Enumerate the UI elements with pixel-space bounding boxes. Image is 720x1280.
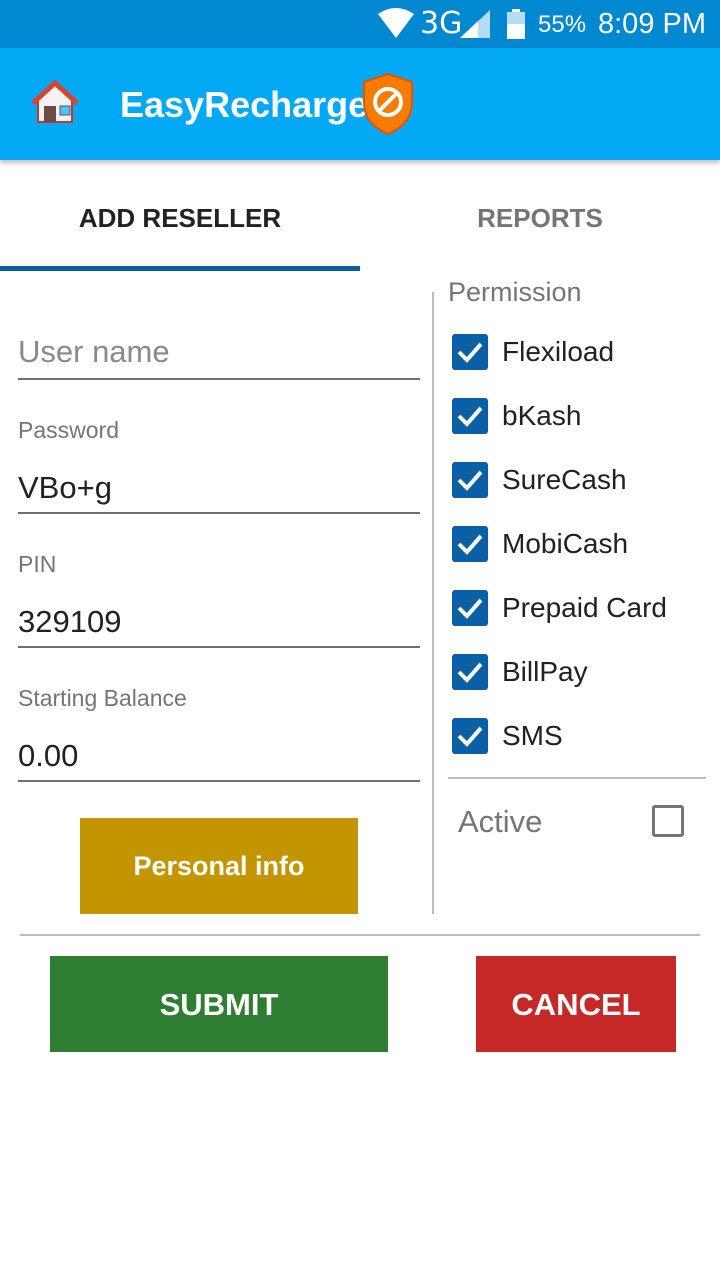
- checkbox-checked[interactable]: [452, 590, 488, 626]
- submit-button[interactable]: SUBMIT: [50, 956, 388, 1052]
- username-input[interactable]: User name: [18, 334, 170, 370]
- pin-underline: [18, 646, 420, 648]
- checkbox-checked[interactable]: [452, 462, 488, 498]
- permission-label: Flexiload: [502, 336, 615, 367]
- password-underline: [18, 512, 420, 514]
- permission-label: BillPay: [502, 656, 588, 687]
- app-bar: EasyRecharge: [0, 48, 720, 160]
- signal-icon: [460, 10, 490, 43]
- permission-separator: [448, 777, 706, 779]
- permission-bkash[interactable]: bKash: [452, 398, 712, 438]
- checkbox-checked[interactable]: [452, 526, 488, 562]
- status-bar: 3G 55% 8:09 PM: [0, 0, 720, 48]
- permission-prepaid-card[interactable]: Prepaid Card: [452, 590, 712, 630]
- active-checkbox[interactable]: [652, 805, 684, 837]
- clock: 8:09 PM: [598, 8, 706, 40]
- permission-sms[interactable]: SMS: [452, 718, 712, 758]
- battery-icon: [506, 9, 526, 44]
- cancel-button[interactable]: CANCEL: [476, 956, 676, 1052]
- password-input[interactable]: VBo+g: [18, 470, 112, 506]
- tab-add-reseller[interactable]: ADD RESELLER: [0, 160, 360, 270]
- active-label: Active: [458, 804, 543, 839]
- username-underline: [18, 378, 420, 380]
- battery-percent: 55%: [538, 11, 587, 38]
- home-icon[interactable]: [31, 79, 79, 129]
- permission-label: SureCash: [502, 464, 627, 495]
- permission-flexiload[interactable]: Flexiload: [452, 334, 712, 374]
- checkbox-checked[interactable]: [452, 334, 488, 370]
- actions-divider: [20, 934, 700, 936]
- starting-balance-label: Starting Balance: [18, 685, 187, 711]
- checkbox-checked[interactable]: [452, 654, 488, 690]
- wifi-icon: [378, 8, 414, 43]
- password-label: Password: [18, 417, 119, 443]
- starting-balance-input[interactable]: 0.00: [18, 738, 78, 774]
- network-type: 3G: [420, 6, 463, 41]
- permission-billpay[interactable]: BillPay: [452, 654, 712, 694]
- personal-info-button[interactable]: Personal info: [80, 818, 358, 914]
- permission-label: MobiCash: [502, 528, 629, 559]
- checkbox-checked[interactable]: [452, 718, 488, 754]
- tab-reports[interactable]: REPORTS: [360, 160, 720, 270]
- app-title: EasyRecharge: [120, 84, 369, 125]
- permission-surecash[interactable]: SureCash: [452, 462, 712, 502]
- pin-input[interactable]: 329109: [18, 604, 121, 640]
- permission-mobicash[interactable]: MobiCash: [452, 526, 712, 566]
- starting-balance-underline: [18, 780, 420, 782]
- permission-label: bKash: [502, 400, 582, 431]
- permission-heading: Permission: [448, 277, 582, 307]
- checkbox-checked[interactable]: [452, 398, 488, 434]
- pin-label: PIN: [18, 551, 57, 577]
- column-divider: [432, 292, 434, 914]
- blocked-shield-icon: [360, 72, 416, 141]
- permission-label: Prepaid Card: [502, 592, 667, 623]
- selected-tab-indicator: [0, 266, 360, 271]
- permission-label: SMS: [502, 720, 563, 751]
